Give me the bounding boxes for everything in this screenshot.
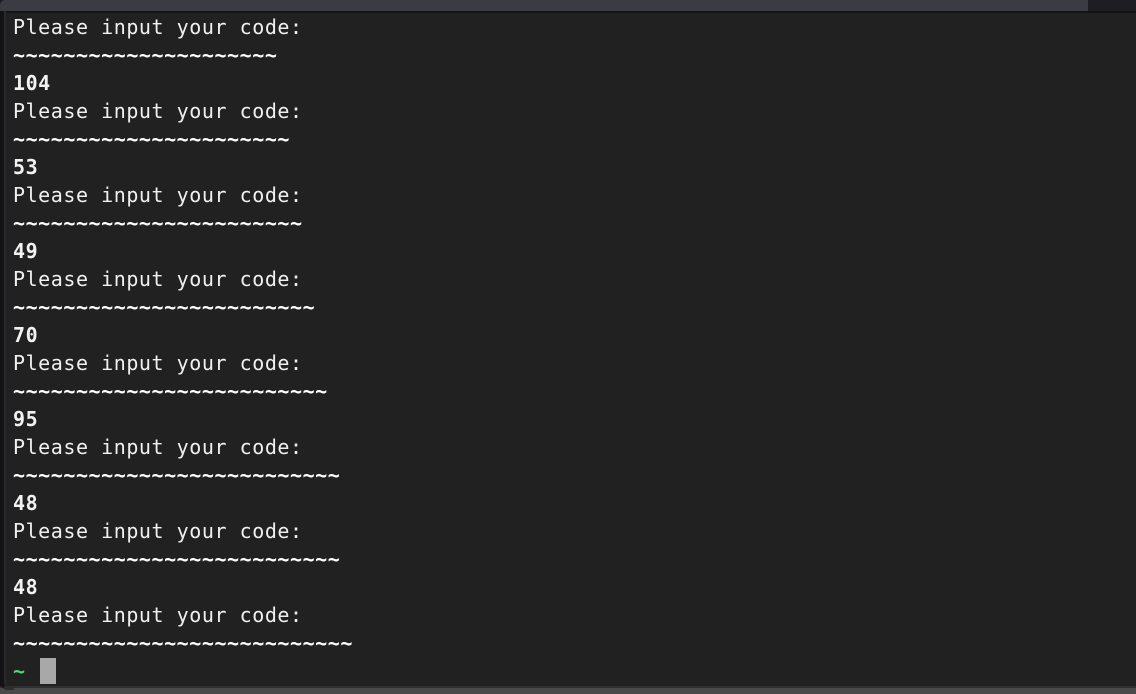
window-edge-left-inner (4, 11, 6, 690)
terminal-screen: Please input your code: ~~~~~~~~~~~~~~~~~… (13, 13, 1123, 685)
terminal-line-prompt: Please input your code: (13, 519, 303, 543)
terminal-line-tilde: ~~~~~~~~~~~~~~~~~~~~~~~~ (13, 295, 316, 319)
terminal-line-prompt: Please input your code: (13, 435, 303, 459)
terminal-line-value: 49 (13, 239, 39, 263)
titlebar-active-pane[interactable] (0, 0, 1088, 11)
terminal-line-value: 48 (13, 575, 39, 599)
titlebar-inactive-pane[interactable] (1088, 0, 1136, 11)
terminal-line-value: 70 (13, 323, 39, 347)
terminal-line-value: 53 (13, 155, 39, 179)
terminal-line-value: 104 (13, 71, 51, 95)
terminal-line-tilde: ~~~~~~~~~~~~~~~~~~~~~~ (13, 127, 291, 151)
terminal-line-prompt: Please input your code: (13, 351, 303, 375)
terminal-line-prompt: Please input your code: (13, 15, 303, 39)
terminal-line-tilde: ~~~~~~~~~~~~~~~~~~~~~~~~~ (13, 379, 328, 403)
terminal-line-tilde: ~~~~~~~~~~~~~~~~~~~~~ (13, 43, 278, 67)
terminal-line-tilde: ~~~~~~~~~~~~~~~~~~~~~~~~~~ (13, 463, 341, 487)
terminal-line-prompt: Please input your code: (13, 183, 303, 207)
window-corner-bottom-left (0, 668, 14, 690)
terminal-line-value: 95 (13, 407, 39, 431)
terminal-line-tilde: ~~~~~~~~~~~~~~~~~~~~~~~~~~~ (13, 631, 353, 655)
terminal-line-value: 48 (13, 491, 39, 515)
terminal-line-prompt: Please input your code: (13, 267, 303, 291)
terminal-line-tilde: ~~~~~~~~~~~~~~~~~~~~~~~ (13, 211, 303, 235)
terminal-output-pane[interactable]: Please input your code: ~~~~~~~~~~~~~~~~~… (6, 13, 1136, 686)
terminal-line-prompt: Please input your code: (13, 99, 303, 123)
terminal-window: Please input your code: ~~~~~~~~~~~~~~~~~… (0, 0, 1136, 694)
terminal-line-prompt: Please input your code: (13, 603, 303, 627)
shell-prompt-sigil: ~ (13, 659, 26, 683)
terminal-line-tilde: ~~~~~~~~~~~~~~~~~~~~~~~~~~ (13, 547, 341, 571)
text-cursor (40, 658, 56, 684)
window-edge-bottom[interactable] (0, 688, 1136, 694)
window-titlebar[interactable] (0, 0, 1136, 11)
shell-prompt-line[interactable]: ~ (13, 657, 1123, 685)
